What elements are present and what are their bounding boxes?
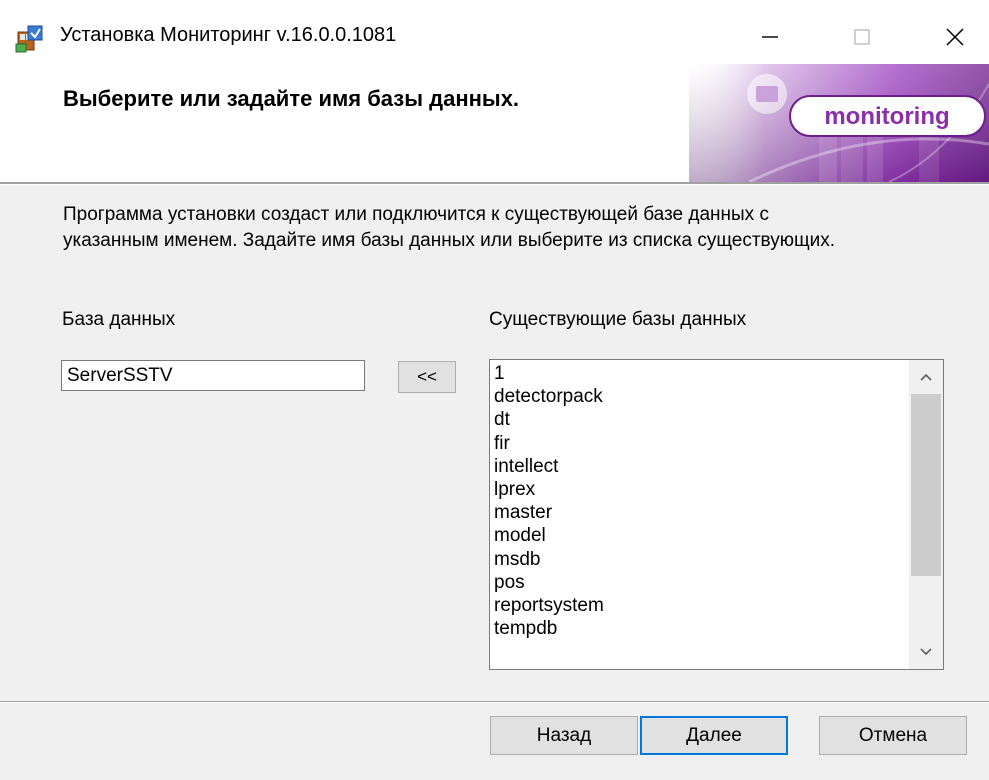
minimize-button[interactable] bbox=[740, 14, 800, 60]
page-title: Выберите или задайте имя базы данных. bbox=[63, 86, 520, 111]
chevron-down-icon bbox=[920, 648, 932, 656]
close-icon bbox=[946, 28, 964, 46]
existing-databases-list[interactable]: 1 detectorpack dt fir intellect lprex master mo… bbox=[489, 359, 944, 670]
list-item[interactable]: model bbox=[494, 524, 904, 547]
list-item[interactable]: msdb bbox=[494, 548, 904, 571]
cancel-button[interactable]: Отмена bbox=[819, 716, 967, 755]
list-scrollbar[interactable] bbox=[909, 360, 943, 669]
list-item[interactable]: detectorpack bbox=[494, 385, 904, 408]
window-title: Установка Мониторинг v.16.0.0.1081 bbox=[60, 24, 397, 46]
logo-text: monitoring bbox=[824, 103, 949, 130]
scroll-thumb[interactable] bbox=[911, 394, 941, 576]
description-line-2: указанным именем. Задайте имя базы данны… bbox=[63, 230, 835, 251]
select-from-list-button[interactable]: << bbox=[398, 361, 456, 393]
list-item[interactable]: lprex bbox=[494, 478, 904, 501]
list-item[interactable]: 1 bbox=[494, 362, 904, 385]
header-banner: Выберите или задайте имя базы данных. mo… bbox=[0, 64, 989, 182]
database-label: База данных bbox=[62, 309, 176, 330]
list-item[interactable]: pos bbox=[494, 571, 904, 594]
list-item[interactable]: reportsystem bbox=[494, 594, 904, 617]
chevron-up-icon bbox=[920, 373, 932, 381]
title-bar: Установка Мониторинг v.16.0.0.1081 bbox=[0, 0, 989, 64]
maximize-icon bbox=[854, 29, 870, 45]
description-line-1: Программа установки создаст или подключи… bbox=[63, 204, 769, 225]
banner-divider bbox=[0, 182, 989, 185]
close-button[interactable] bbox=[925, 14, 985, 60]
list-items-container: 1 detectorpack dt fir intellect lprex master mo… bbox=[494, 362, 904, 640]
maximize-button[interactable] bbox=[832, 14, 892, 60]
existing-databases-label: Существующие базы данных bbox=[489, 309, 747, 330]
list-item[interactable]: dt bbox=[494, 408, 904, 431]
next-button[interactable]: Далее bbox=[640, 716, 788, 755]
list-item[interactable]: fir bbox=[494, 432, 904, 455]
list-item[interactable]: master bbox=[494, 501, 904, 524]
footer-divider bbox=[0, 701, 989, 703]
scroll-up-button[interactable] bbox=[909, 360, 943, 394]
installer-window: Установка Мониторинг v.16.0.0.1081 Выбер… bbox=[0, 0, 989, 780]
list-item[interactable]: intellect bbox=[494, 455, 904, 478]
list-item[interactable]: tempdb bbox=[494, 617, 904, 640]
scroll-down-button[interactable] bbox=[909, 635, 943, 669]
database-name-input[interactable] bbox=[61, 360, 365, 391]
installer-package-icon bbox=[14, 22, 46, 54]
back-button[interactable]: Назад bbox=[490, 716, 638, 755]
minimize-icon bbox=[762, 36, 778, 38]
description-text: Программа установки создаст или подключи… bbox=[63, 202, 963, 254]
banner-logo: monitoring bbox=[689, 64, 989, 182]
